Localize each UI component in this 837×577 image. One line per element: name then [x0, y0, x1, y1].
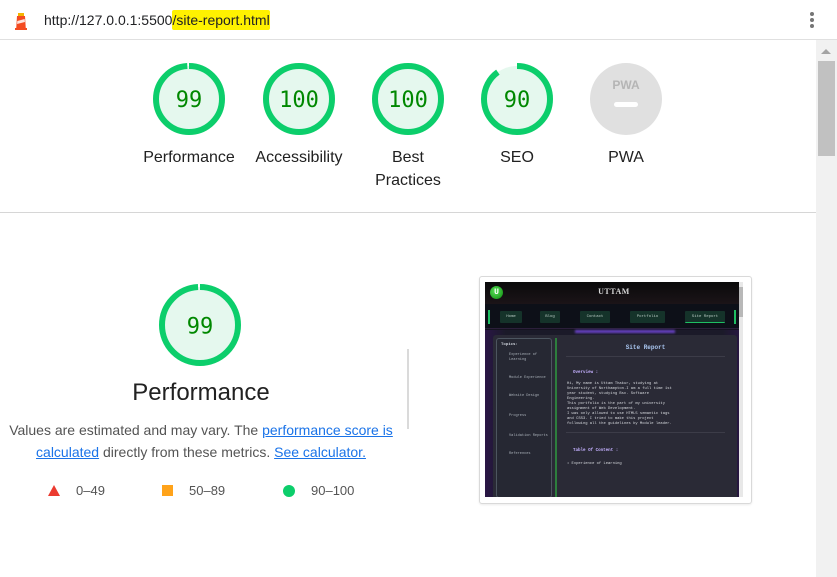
performance-big-gauge-score: 99	[187, 315, 214, 340]
gauge-score: 100	[279, 88, 319, 113]
seo-gauge-ring: 90	[481, 63, 553, 135]
legend-range: 90–100	[311, 483, 355, 498]
topic-item: Validation Reports	[509, 434, 548, 438]
legend-average: 50–89	[162, 483, 225, 498]
site-nav-blog: Blog	[540, 311, 560, 323]
final-screenshot[interactable]: U UTTAM Home Blog Contact Portfolio Site…	[479, 276, 752, 504]
topics-label: Topics:	[501, 343, 518, 347]
site-main-content: Site Report Overview : Hi, My name is Ut…	[563, 335, 728, 467]
site-topics-sidebar: Topics: Experience of Learning Module Ex…	[496, 338, 552, 497]
gauge-score: 99	[176, 88, 203, 113]
category-gauges: 99 Performance 100 Accessibility 100 Bes…	[0, 40, 816, 213]
performance-big-gauge: 99	[159, 284, 241, 366]
site-header: U UTTAM	[485, 282, 743, 304]
gauge-label: Best Practices	[375, 149, 441, 189]
gauge-label: Accessibility	[255, 149, 343, 166]
gauge-performance[interactable]: 99 Performance	[134, 62, 244, 169]
gauge-label: SEO	[500, 149, 534, 166]
gauge-pwa[interactable]: PWA PWA	[571, 62, 681, 169]
site-title: UTTAM	[598, 287, 630, 296]
performance-description: Values are estimated and may vary. The p…	[0, 419, 402, 463]
topic-item: Progress	[509, 414, 527, 418]
best-practices-gauge-ring: 100	[372, 63, 444, 135]
site-heading: Site Report	[625, 344, 666, 351]
screenshot-image: U UTTAM Home Blog Contact Portfolio Site…	[485, 282, 743, 497]
page-scrollbar[interactable]	[816, 40, 837, 577]
gauge-score: 90	[504, 88, 531, 113]
lighthouse-icon	[15, 13, 27, 30]
legend-pass: 90–100	[283, 483, 354, 498]
kebab-menu-icon[interactable]	[809, 12, 815, 30]
legend-fail: 0–49	[48, 483, 105, 498]
toc-item: • Experience of Learning	[567, 462, 622, 466]
performance-gauge-ring: 99	[153, 63, 225, 135]
pwa-badge-icon: PWA	[590, 63, 662, 135]
pwa-badge-text: PWA	[612, 78, 640, 92]
topic-item: References	[509, 452, 531, 456]
gauge-best-practices[interactable]: 100 Best Practices	[353, 62, 463, 192]
url-prefix: http://127.0.0.1:5500	[44, 12, 173, 28]
section-divider	[407, 349, 409, 429]
desc-text: Values are estimated and may vary. The	[9, 422, 263, 438]
gauge-label: PWA	[608, 149, 644, 166]
gauge-seo[interactable]: 90 SEO	[462, 62, 572, 169]
gauge-accessibility[interactable]: 100 Accessibility	[244, 62, 354, 169]
toc-label: Table Of Content :	[573, 449, 619, 453]
legend-range: 0–49	[76, 483, 105, 498]
performance-title: Performance	[132, 379, 270, 406]
performance-section: 99 Performance Values are estimated and …	[0, 213, 816, 577]
legend-range: 50–89	[189, 483, 226, 498]
site-nav: Home Blog Contact Portfolio Site Report	[485, 304, 743, 329]
topic-item: Website Design	[509, 394, 540, 398]
gauge-score: 100	[388, 88, 428, 113]
topic-item: Module Experience	[509, 376, 546, 380]
site-body: Topics: Experience of Learning Module Ex…	[485, 330, 743, 497]
circle-icon	[283, 484, 295, 497]
scroll-up-arrow-icon[interactable]	[821, 49, 831, 54]
url-bar[interactable]: http://127.0.0.1:5500/site-report.html	[44, 10, 270, 30]
topic-item: Experience of Learning	[509, 353, 538, 362]
overview-text: Hi, My name is Uttam Thakur, studying at…	[567, 382, 672, 426]
square-icon	[162, 485, 173, 496]
site-nav-portfolio: Portfolio	[630, 311, 665, 323]
gauge-label: Performance	[143, 149, 235, 166]
site-nav-home: Home	[500, 311, 522, 323]
site-nav-site-report: Site Report	[685, 311, 725, 323]
overview-label: Overview :	[573, 371, 599, 375]
triangle-icon	[48, 485, 60, 496]
url-highlighted-path: /site-report.html	[172, 10, 270, 30]
site-nav-contact: Contact	[580, 311, 610, 323]
see-calculator-link[interactable]: See calculator.	[274, 444, 366, 460]
browser-toolbar: http://127.0.0.1:5500/site-report.html	[0, 0, 837, 40]
desc-text: directly from these metrics.	[99, 444, 275, 460]
scroll-thumb[interactable]	[818, 61, 835, 156]
accessibility-gauge-ring: 100	[263, 63, 335, 135]
